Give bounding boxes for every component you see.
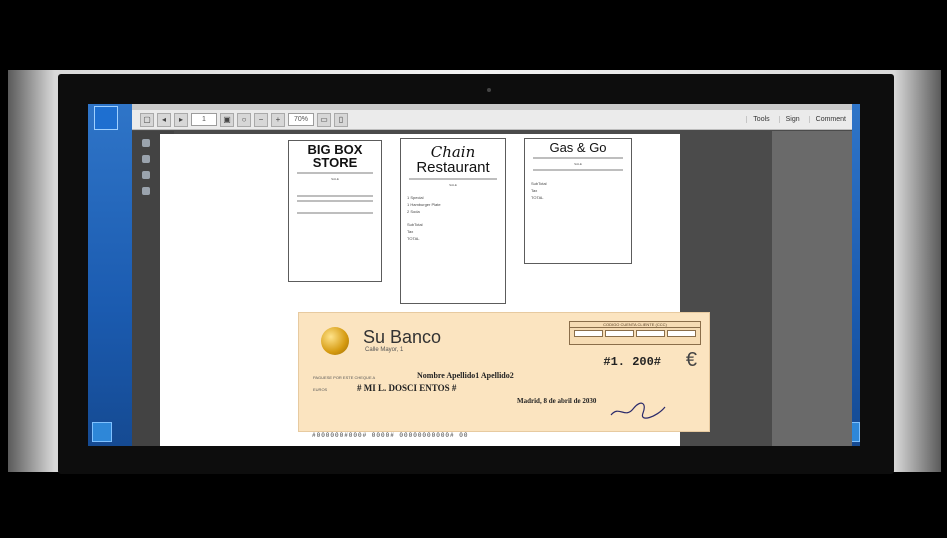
receipt-item: 1 Special — [407, 195, 499, 200]
account-code-cells — [570, 328, 700, 339]
receipt-address-line — [409, 178, 497, 180]
receipt-title-line2: STORE — [312, 155, 358, 170]
receipt-title: Gas & Go — [549, 140, 607, 155]
receipt-subtotal: SubTotal — [531, 181, 625, 186]
receipt-address-line — [533, 157, 623, 159]
receipt-sale-label: SALE — [449, 183, 457, 187]
zoom-out-icon[interactable]: − — [254, 112, 268, 127]
bookmarks-icon[interactable] — [142, 155, 150, 163]
attachments-icon[interactable] — [142, 171, 150, 179]
receipt-address-line — [297, 172, 373, 174]
bank-cheque: Su Banco Calle Mayor, 1 CODIGO CUENTA CL… — [298, 312, 710, 432]
receipt-subtotal: SubTotal — [407, 222, 499, 227]
subtotal-label: SubTotal — [531, 181, 547, 186]
payee-label: PAGUESE POR ESTE CHEQUE A — [313, 375, 376, 380]
receipt-tax: Tax — [531, 188, 625, 193]
payee-name: Nombre Apellido1 Apellido2 — [417, 371, 514, 380]
item-name: 1 Hamburger Plate — [407, 202, 441, 207]
page-number-input[interactable]: 1 — [191, 113, 217, 126]
cheque-amount: #1. 200# — [603, 355, 661, 369]
webcam-dot — [487, 88, 491, 92]
signature-icon — [610, 402, 666, 419]
euro-symbol: € — [685, 349, 697, 371]
hand-tool-icon[interactable]: ○ — [237, 112, 251, 127]
open-icon[interactable]: ▢ — [140, 112, 154, 127]
account-cell — [574, 330, 603, 337]
receipt-item-line — [533, 169, 623, 171]
start-button[interactable] — [92, 422, 112, 442]
zoom-in-icon[interactable]: + — [271, 112, 285, 127]
zoom-level-input[interactable]: 70% — [288, 113, 314, 126]
fit-page-icon[interactable]: ▭ — [317, 112, 331, 127]
pdf-toolbar: ▢ ◂ ▸ 1 ▣ ○ − + 70% ▭ ▯ Tools Sign Comme… — [132, 110, 852, 130]
bank-logo-coin-icon — [321, 327, 349, 355]
document-scroll-area[interactable] — [772, 131, 852, 446]
micr-line: #000000#000# 0000# 00000000000# 00 — [312, 432, 469, 439]
item-name: 2 Soda — [407, 209, 420, 214]
amount-words-label: EUROS — [313, 387, 328, 392]
receipt-chain-restaurant: Chain Restaurant SALE 1 Special 1 Hambur… — [400, 138, 506, 304]
back-icon[interactable]: ◂ — [157, 112, 171, 127]
total-label: TOTAL — [407, 236, 420, 241]
receipt-gas-and-go: Gas & Go SALE SubTotal Tax TOTAL — [524, 138, 632, 264]
receipt-item-line — [297, 195, 373, 197]
signatures-icon[interactable] — [142, 187, 150, 195]
account-cell — [636, 330, 665, 337]
item-name: 1 Special — [407, 195, 424, 200]
comment-button[interactable]: Comment — [808, 116, 852, 123]
receipt-total-line — [297, 212, 373, 214]
select-tool-icon[interactable]: ▣ — [220, 112, 234, 127]
sign-button[interactable]: Sign — [778, 116, 806, 123]
account-code-box: CODIGO CUENTA CLIENTE (CCC) — [569, 321, 701, 345]
receipt-sale-label: SALE — [331, 177, 339, 181]
desktop-app-icon[interactable] — [94, 106, 118, 130]
receipt-item: 1 Hamburger Plate — [407, 202, 499, 207]
bank-name: Su Banco — [363, 327, 442, 347]
amount-in-words: # MI L. DOSCI ENTOS # — [357, 383, 457, 393]
receipt-item-line — [297, 200, 373, 202]
total-label: TOTAL — [531, 195, 544, 200]
forward-icon[interactable]: ▸ — [174, 112, 188, 127]
receipt-tax: Tax — [407, 229, 499, 234]
subtotal-label: SubTotal — [407, 222, 423, 227]
receipt-total: TOTAL — [407, 236, 499, 241]
receipt-item: 2 Soda — [407, 209, 499, 214]
receipt-title: Chain — [430, 143, 476, 161]
tools-button[interactable]: Tools — [746, 116, 775, 123]
receipt-total: TOTAL — [531, 195, 625, 200]
tax-label: Tax — [407, 229, 414, 234]
receipt-sale-label: SALE — [574, 162, 582, 166]
place-and-date: Madrid, 8 de abril de 2030 — [517, 397, 597, 405]
page-thumbnails-icon[interactable] — [142, 139, 150, 147]
account-cell — [605, 330, 634, 337]
tax-label: Tax — [531, 188, 538, 193]
account-cell — [667, 330, 696, 337]
bank-address: Calle Mayor, 1 — [365, 347, 404, 353]
fit-width-icon[interactable]: ▯ — [334, 112, 348, 127]
receipt-big-box-store: BIG BOX STORE SALE — [288, 140, 382, 282]
receipt-title-line2: Restaurant — [416, 159, 490, 176]
